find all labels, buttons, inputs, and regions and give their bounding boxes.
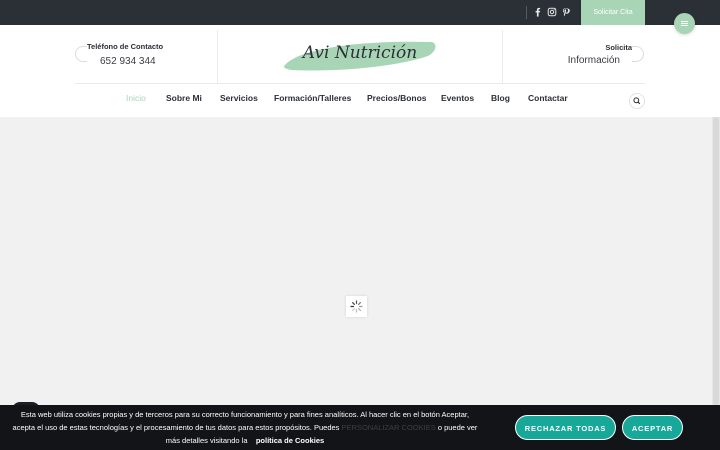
hamburger-icon bbox=[681, 21, 688, 22]
instagram-icon[interactable] bbox=[546, 6, 558, 18]
personalize-cookies-link[interactable]: PERSONALIZAR COOKIES bbox=[342, 423, 436, 432]
page: Solicitar Cita Teléfono de Contacto 652 … bbox=[0, 0, 720, 450]
decorative-arc bbox=[75, 46, 87, 62]
search-button[interactable] bbox=[629, 93, 645, 109]
topbar-divider bbox=[526, 6, 527, 19]
pinterest-icon[interactable] bbox=[560, 6, 572, 18]
info-label: Solicita bbox=[605, 43, 632, 52]
cookie-text-part: más detalles visitando la bbox=[165, 436, 248, 445]
contact-phone[interactable]: 652 934 344 bbox=[100, 56, 156, 67]
scrollbar-thumb[interactable] bbox=[713, 117, 719, 405]
cookie-policy-link[interactable]: política de Cookies bbox=[256, 436, 324, 445]
nav-item-blog[interactable]: Blog bbox=[491, 93, 510, 103]
menu-toggle-button[interactable] bbox=[674, 13, 695, 34]
cookie-text-part: o puede ver bbox=[437, 423, 478, 432]
info-link[interactable]: Información bbox=[568, 55, 620, 66]
facebook-icon[interactable] bbox=[532, 6, 544, 18]
header-divider bbox=[502, 30, 503, 83]
nav-item-contactar[interactable]: Contactar bbox=[528, 93, 568, 103]
content-area bbox=[0, 117, 712, 405]
header-bottom-border bbox=[75, 83, 645, 84]
cookie-text-part: acepta el uso de estas tecnologías y el … bbox=[12, 423, 340, 432]
logo-text: Avi Nutrición bbox=[302, 43, 418, 63]
nav-item-precios-bonos[interactable]: Precios/Bonos bbox=[367, 93, 427, 103]
cookie-message: Esta web utiliza cookies propias y de te… bbox=[0, 408, 490, 447]
site-logo[interactable]: Avi Nutrición bbox=[282, 38, 438, 72]
nav-item-formacion-talleres[interactable]: Formación/Talleres bbox=[274, 93, 351, 103]
search-icon bbox=[633, 97, 641, 105]
reject-all-button[interactable]: RECHAZAR TODAS bbox=[515, 415, 616, 440]
cookie-text-line-2: acepta el uso de estas tecnologías y el … bbox=[0, 421, 490, 434]
decorative-arc bbox=[632, 46, 644, 62]
nav-item-eventos[interactable]: Eventos bbox=[441, 93, 474, 103]
nav-item-servicios[interactable]: Servicios bbox=[220, 93, 258, 103]
contact-label: Teléfono de Contacto bbox=[87, 42, 164, 51]
loading-spinner-icon bbox=[346, 296, 367, 317]
top-bar: Solicitar Cita bbox=[0, 0, 720, 25]
nav-item-inicio[interactable]: Inicio bbox=[126, 93, 146, 103]
hamburger-icon-line bbox=[681, 23, 688, 24]
cookie-text-line-1: Esta web utiliza cookies propias y de te… bbox=[20, 410, 470, 419]
header-divider bbox=[217, 30, 218, 83]
cookie-text-line-3: más detalles visitando la política de Co… bbox=[0, 434, 490, 447]
nav-item-sobre-mi[interactable]: Sobre Mi bbox=[166, 93, 202, 103]
hamburger-icon-line bbox=[681, 25, 688, 26]
main-navigation: Inicio Sobre Mi Servicios Formación/Tall… bbox=[0, 93, 720, 109]
request-appointment-button[interactable]: Solicitar Cita bbox=[581, 0, 645, 25]
cookie-banner: Esta web utiliza cookies propias y de te… bbox=[0, 405, 720, 450]
accept-button[interactable]: ACEPTAR bbox=[622, 415, 683, 440]
